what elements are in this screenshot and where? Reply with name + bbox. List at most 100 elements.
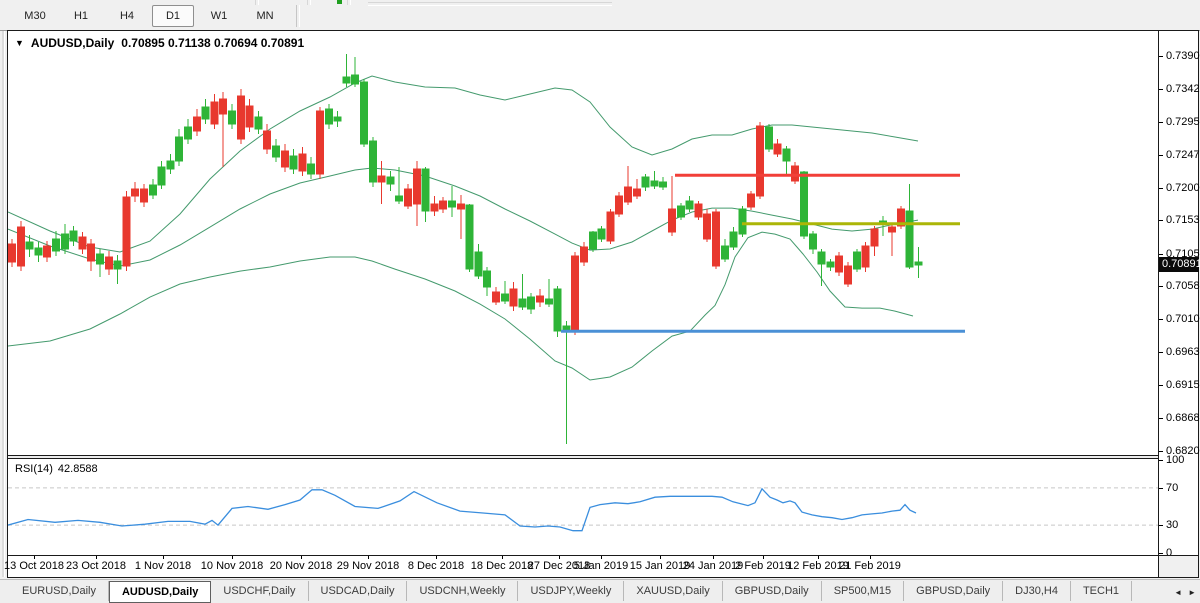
date-tick	[601, 556, 602, 559]
timeframe-button-w1[interactable]: W1	[198, 5, 240, 27]
rsi-indicator-plot[interactable]: RSI(14) 42.8588	[8, 459, 1158, 555]
date-tick-label: 18 Dec 2018	[470, 560, 534, 572]
date-tick	[436, 556, 437, 559]
timeframe-button-m30[interactable]: M30	[14, 5, 56, 27]
date-tick-label: 23 Oct 2018	[66, 560, 126, 572]
rsi-name: RSI(14)	[15, 463, 53, 475]
date-tick	[502, 556, 503, 559]
date-tick	[232, 556, 233, 559]
chart-tab-gbpusd-daily[interactable]: GBPUSD,Daily	[904, 581, 1004, 601]
toolbar-separator	[347, 0, 351, 5]
date-tick-label: 20 Nov 2018	[269, 560, 333, 572]
price-tick	[1159, 253, 1163, 255]
bollinger-middle-band	[8, 167, 919, 267]
chart-tab-usdchf-daily[interactable]: USDCHF,Daily	[211, 581, 309, 601]
price-tick-label: 0.71050	[1166, 247, 1200, 260]
price-tick	[1159, 220, 1163, 222]
price-tick	[1159, 121, 1163, 123]
toolbar-groove	[368, 2, 612, 6]
main-chart-plot[interactable]: ▼ AUDUSD,Daily 0.70895 0.71138 0.70694 0…	[8, 31, 1158, 455]
price-tick	[1159, 187, 1163, 189]
rsi-label: RSI(14) 42.8588	[15, 463, 98, 475]
price-tick-label: 0.69630	[1166, 345, 1200, 358]
rsi-line	[8, 487, 917, 532]
date-tick-label: 5 Jan 2019	[573, 560, 629, 572]
rsi-svg[interactable]	[8, 459, 1158, 555]
toolbar-separator	[296, 5, 300, 27]
price-tick-label: 0.68680	[1166, 411, 1200, 424]
chart-tab-audusd-daily[interactable]: AUDUSD,Daily	[108, 581, 212, 603]
main-chart-canvas[interactable]	[8, 31, 1158, 455]
timeframe-button-h1[interactable]: H1	[60, 5, 102, 27]
price-tick-label: 0.70580	[1166, 280, 1200, 293]
date-tick-label: 21 Feb 2019	[839, 560, 901, 572]
price-axis[interactable]: 0.70891 0.739000.734200.729500.724700.72…	[1158, 31, 1200, 577]
chart-tab-dj30-h4[interactable]: DJ30,H4	[1003, 581, 1071, 601]
tab-scroll-left-icon[interactable]: ◄	[1174, 588, 1182, 597]
price-tick-label: 0.72470	[1166, 149, 1200, 162]
chart-tab-usdjpy-weekly[interactable]: USDJPY,Weekly	[518, 581, 625, 601]
metatrader-window: M30 H1 H4 D1 W1 MN ▼ AUDUSD,Daily 0.70895 0.7…	[0, 0, 1200, 603]
date-axis[interactable]: 13 Oct 2018 23 Oct 2018 1 Nov 2018 10 Nov 2…	[4, 555, 1158, 577]
price-tick	[1159, 451, 1163, 452]
date-tick-label: 1 Nov 2018	[134, 560, 192, 572]
chart-tab-usdcad-daily[interactable]: USDCAD,Daily	[309, 581, 408, 601]
date-tick-label: 13 Oct 2018	[4, 560, 64, 572]
price-tick	[1159, 385, 1163, 387]
price-tick	[1159, 351, 1163, 353]
price-tick	[1159, 89, 1163, 91]
chart-tab-usdcnh-weekly[interactable]: USDCNH,Weekly	[407, 581, 519, 601]
date-tick-label: 2 Feb 2019	[735, 560, 791, 572]
axis-corner	[1158, 555, 1198, 577]
chart-tab-xauusd-daily[interactable]: XAUUSD,Daily	[624, 581, 723, 601]
chart-tab-eurusd-daily[interactable]: EURUSD,Daily	[10, 581, 109, 601]
rsi-canvas[interactable]	[8, 459, 1158, 555]
tab-scroll-right-icon[interactable]: ►	[1188, 588, 1196, 597]
price-tick-label: 0.72950	[1166, 115, 1200, 128]
toolbar-separator	[307, 0, 311, 5]
date-tick-label: 10 Nov 2018	[200, 560, 264, 572]
date-tick	[163, 556, 164, 559]
date-tick	[34, 556, 35, 559]
rsi-tick-label: 70	[1166, 481, 1179, 494]
date-tick	[763, 556, 764, 559]
date-tick	[559, 556, 560, 559]
chart-tab-gbpusd-daily[interactable]: GBPUSD,Daily	[723, 581, 822, 601]
rsi-tick-label: 100	[1166, 454, 1185, 466]
price-tick	[1159, 286, 1163, 288]
chart-title: ▼ AUDUSD,Daily 0.70895 0.71138 0.70694 0…	[15, 36, 304, 50]
chart-ohlc-values: 0.70895 0.71138 0.70694 0.70891	[121, 36, 305, 50]
rsi-tick	[1159, 460, 1163, 461]
window-edge-groove	[2, 31, 5, 577]
timeframe-buttons: M30 H1 H4 D1 W1 MN	[14, 5, 306, 27]
price-tick	[1159, 56, 1163, 57]
price-tick	[1159, 155, 1163, 157]
price-tick-label: 0.73900	[1166, 50, 1200, 62]
chart-tab-tech1[interactable]: TECH1	[1071, 581, 1132, 601]
chart-collapse-icon[interactable]: ▼	[15, 38, 24, 48]
chart-tab-sp500-m15[interactable]: SP500,M15	[822, 581, 905, 601]
date-tick	[96, 556, 97, 559]
price-tick	[1159, 417, 1163, 419]
bollinger-upper-band	[8, 75, 919, 253]
price-tick-label: 0.69150	[1166, 379, 1200, 392]
date-tick-label: 29 Nov 2018	[336, 560, 400, 572]
price-tick	[1159, 319, 1163, 321]
chart-tabs-bar: EURUSD,Daily AUDUSD,Daily USDCHF,Daily USDC…	[0, 579, 1200, 603]
bollinger-lower-band	[8, 231, 914, 381]
candles	[8, 54, 923, 445]
main-chart-svg[interactable]	[8, 31, 1158, 455]
timeframe-button-d1[interactable]: D1	[152, 5, 194, 27]
price-tick-label: 0.70100	[1166, 313, 1200, 326]
rsi-tick	[1159, 553, 1163, 554]
chart-symbol-label: AUDUSD,Daily	[30, 36, 115, 50]
partial-toolbar-icon	[337, 0, 342, 4]
date-tick	[301, 556, 302, 559]
timeframe-button-mn[interactable]: MN	[244, 5, 286, 27]
date-tick	[870, 556, 871, 559]
rsi-value: 42.8588	[57, 463, 98, 475]
timeframe-button-h4[interactable]: H4	[106, 5, 148, 27]
price-tick-label: 0.73420	[1166, 83, 1200, 96]
date-tick	[660, 556, 661, 559]
date-tick-label: 8 Dec 2018	[407, 560, 465, 572]
